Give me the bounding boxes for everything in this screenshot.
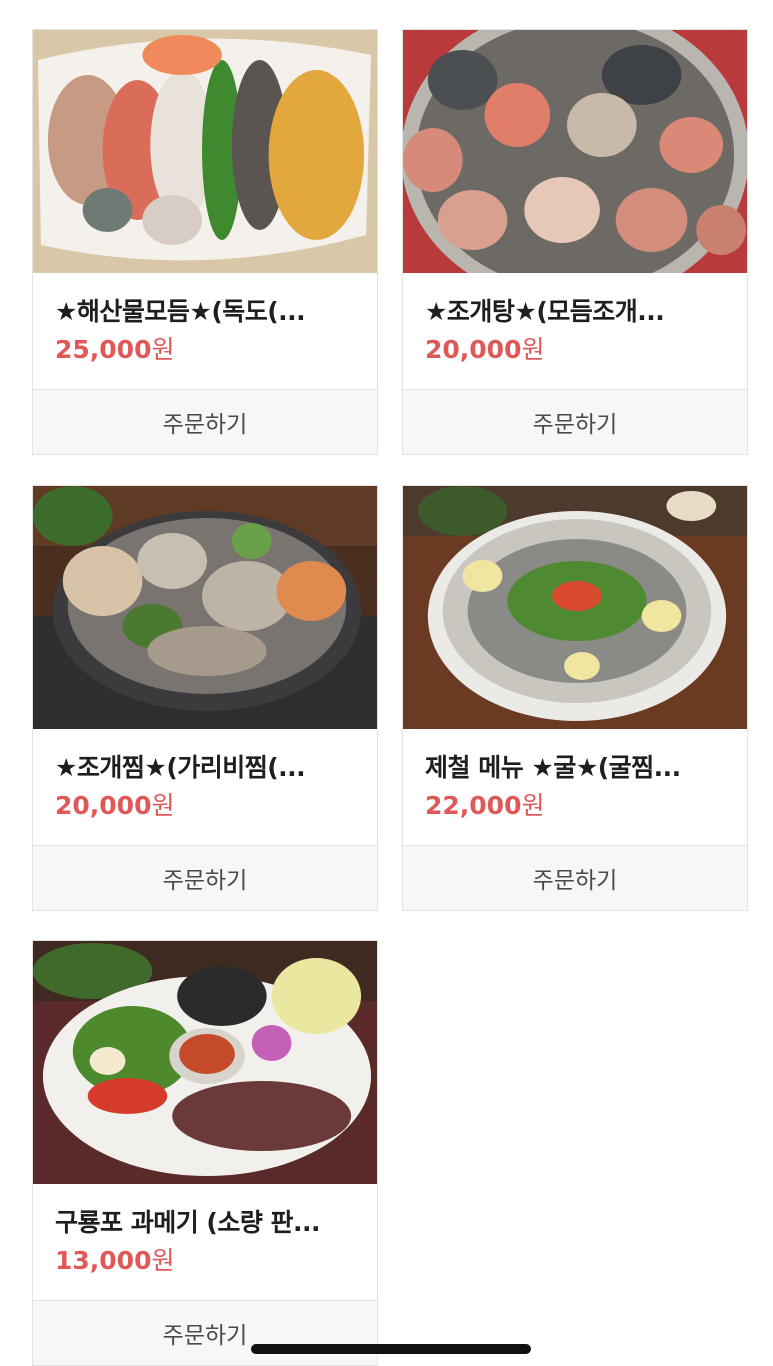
- product-name[interactable]: ★조개탕★(모듬조개...: [425, 295, 725, 329]
- product-price: 13,000원: [55, 1246, 175, 1275]
- clam-soup-photo[interactable]: [403, 30, 747, 273]
- product-card[interactable]: ★조개찜★(가리비찜(... 20,000원 주문하기: [32, 485, 378, 911]
- product-name[interactable]: ★조개찜★(가리비찜(...: [55, 751, 355, 785]
- product-info: 제철 메뉴 ★굴★(굴찜... 22,000원: [403, 729, 747, 845]
- product-grid: ★해산물모듬★(독도(... 25,000원 주문하기 ★조개탕★(모듬조개..…: [0, 0, 773, 1366]
- product-price: 22,000원: [425, 791, 545, 820]
- product-info: ★조개찜★(가리비찜(... 20,000원: [33, 729, 377, 845]
- order-button[interactable]: 주문하기: [33, 845, 377, 910]
- product-price: 20,000원: [425, 335, 545, 364]
- product-name[interactable]: ★해산물모듬★(독도(...: [55, 295, 355, 329]
- product-card[interactable]: ★조개탕★(모듬조개... 20,000원 주문하기: [402, 29, 748, 455]
- gwamegi-platter-photo[interactable]: [33, 941, 377, 1184]
- order-button[interactable]: 주문하기: [403, 845, 747, 910]
- product-info: ★조개탕★(모듬조개... 20,000원: [403, 273, 747, 389]
- product-name[interactable]: 제철 메뉴 ★굴★(굴찜...: [425, 751, 725, 785]
- order-button[interactable]: 주문하기: [33, 389, 377, 454]
- product-name[interactable]: 구룡포 과메기 (소량 판...: [55, 1206, 355, 1240]
- product-price: 20,000원: [55, 791, 175, 820]
- product-price: 25,000원: [55, 335, 175, 364]
- product-info: ★해산물모듬★(독도(... 25,000원: [33, 273, 377, 389]
- order-button[interactable]: 주문하기: [403, 389, 747, 454]
- oyster-platter-photo[interactable]: [403, 486, 747, 729]
- home-indicator: [251, 1344, 531, 1354]
- product-card[interactable]: 구룡포 과메기 (소량 판... 13,000원 주문하기: [32, 940, 378, 1366]
- product-card[interactable]: ★해산물모듬★(독도(... 25,000원 주문하기: [32, 29, 378, 455]
- product-info: 구룡포 과메기 (소량 판... 13,000원: [33, 1184, 377, 1300]
- steamed-clams-photo[interactable]: [33, 486, 377, 729]
- seafood-platter-photo[interactable]: [33, 30, 377, 273]
- product-card[interactable]: 제철 메뉴 ★굴★(굴찜... 22,000원 주문하기: [402, 485, 748, 911]
- order-button[interactable]: 주문하기: [33, 1300, 377, 1365]
